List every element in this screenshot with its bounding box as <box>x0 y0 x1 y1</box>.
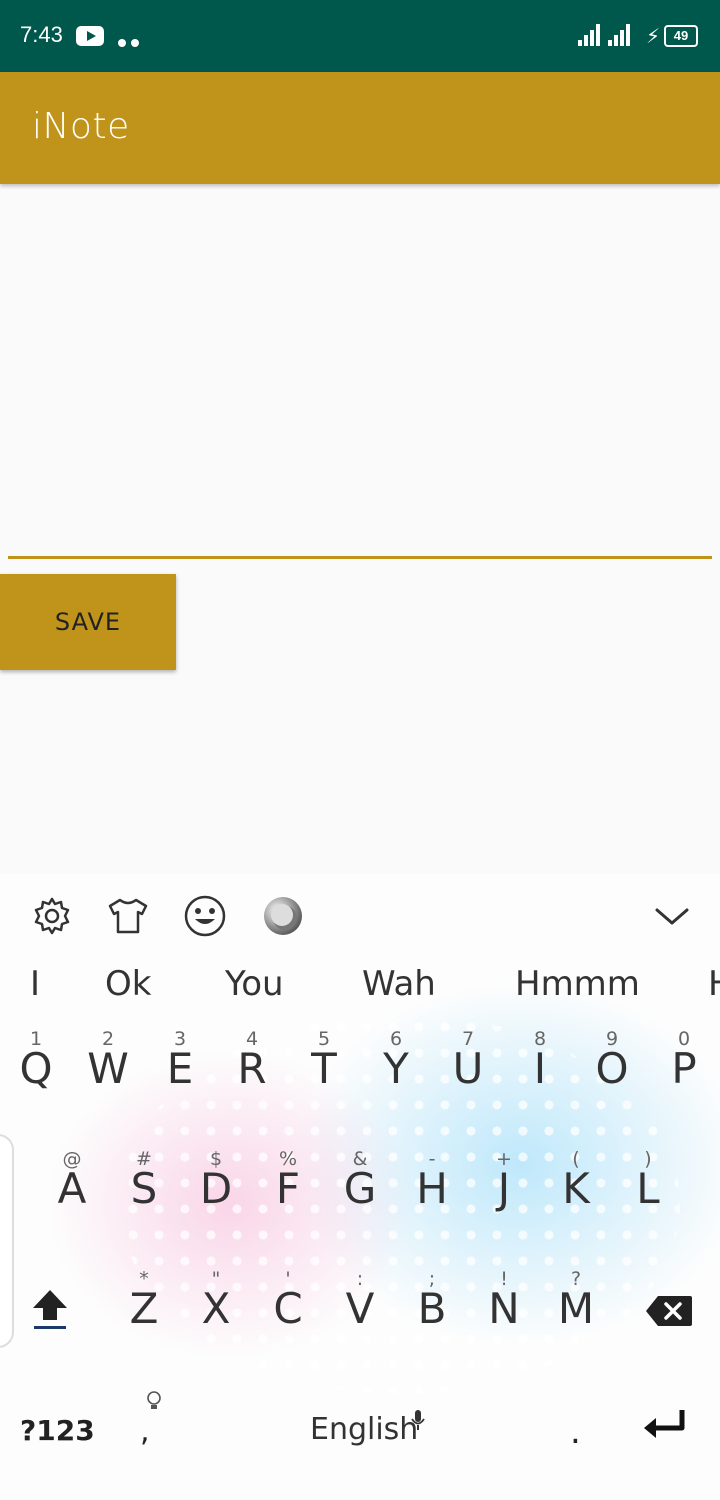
enter-icon <box>644 1410 685 1438</box>
period-key[interactable]: . <box>570 1412 581 1452</box>
suggestion-1[interactable]: I <box>30 964 40 1004</box>
backspace-key[interactable] <box>640 1264 700 1354</box>
suggestion-3[interactable]: You <box>225 964 284 1004</box>
key-r[interactable]: 4R <box>222 1028 282 1118</box>
suggestion-2[interactable]: Ok <box>105 964 151 1004</box>
app-title: iNote <box>32 106 130 147</box>
youtube-icon <box>76 26 104 46</box>
shirt-icon[interactable] <box>106 894 150 938</box>
key-t[interactable]: 5T <box>294 1028 354 1118</box>
save-button[interactable]: SAVE <box>0 574 176 670</box>
key-q[interactable]: 1Q <box>6 1028 66 1118</box>
emoji-icon[interactable] <box>183 894 227 938</box>
key-k[interactable]: (K <box>546 1148 606 1238</box>
key-v[interactable]: :V <box>330 1268 390 1358</box>
key-o[interactable]: 9O <box>582 1028 642 1118</box>
key-g[interactable]: & G <box>330 1148 390 1238</box>
enter-key[interactable] <box>636 1404 696 1464</box>
suggestion-5[interactable]: Hmmm <box>515 964 640 1004</box>
key-d[interactable]: $ D <box>186 1148 246 1238</box>
key-i[interactable]: 8I <box>510 1028 570 1118</box>
signal-icon <box>578 24 604 46</box>
chevron-down-icon[interactable] <box>650 894 694 938</box>
space-bar[interactable]: English <box>200 1404 530 1464</box>
key-h[interactable]: -H <box>402 1148 462 1238</box>
status-time: 7:43 <box>20 22 63 47</box>
key-p[interactable]: 0P <box>654 1028 714 1118</box>
backspace-icon <box>646 1296 692 1326</box>
key-z[interactable]: * Z <box>114 1268 174 1358</box>
note-input[interactable] <box>8 190 712 559</box>
key-n[interactable]: ! N <box>474 1268 534 1358</box>
key-u[interactable]: 7U <box>438 1028 498 1118</box>
suggestion-6[interactable]: H <box>708 964 720 1004</box>
key-c[interactable]: ' C <box>258 1268 318 1358</box>
shift-icon <box>33 1290 67 1329</box>
comma-key[interactable]: , <box>130 1386 174 1466</box>
settings-icon[interactable] <box>30 894 74 938</box>
key-l[interactable]: ) L <box>618 1148 678 1238</box>
key-s[interactable]: # S <box>114 1148 174 1238</box>
mic-icon <box>411 1410 425 1430</box>
notification-dots-icon <box>118 32 144 47</box>
lightbulb-icon <box>147 1391 161 1409</box>
key-b[interactable]: ; B <box>402 1268 462 1358</box>
shift-key[interactable] <box>20 1264 80 1354</box>
key-j[interactable]: + J <box>474 1148 534 1238</box>
battery-icon: 49 <box>664 25 698 47</box>
key-y[interactable]: 6Y <box>366 1028 426 1118</box>
signal-icon-2 <box>608 24 634 46</box>
key-f[interactable]: % F <box>258 1148 318 1238</box>
sticker-icon[interactable] <box>261 894 305 938</box>
key-e[interactable]: 3E <box>150 1028 210 1118</box>
keyboard-side-handle[interactable] <box>0 1134 14 1348</box>
key-m[interactable]: ? M <box>546 1268 606 1358</box>
status-bar: 7:43 ⚡ 49 <box>0 0 720 72</box>
key-x[interactable]: " X <box>186 1268 246 1358</box>
key-w[interactable]: 2W <box>78 1028 138 1118</box>
symbols-key[interactable]: ?123 <box>20 1414 95 1447</box>
app-bar: iNote <box>0 72 720 184</box>
keyboard: I Ok You Wah Hmmm H 1Q 2W 3E 4R 5T 6Y 7U… <box>0 874 720 1500</box>
suggestion-4[interactable]: Wah <box>362 964 436 1004</box>
key-a[interactable]: @ A <box>42 1148 102 1238</box>
charging-icon: ⚡ <box>646 24 661 48</box>
